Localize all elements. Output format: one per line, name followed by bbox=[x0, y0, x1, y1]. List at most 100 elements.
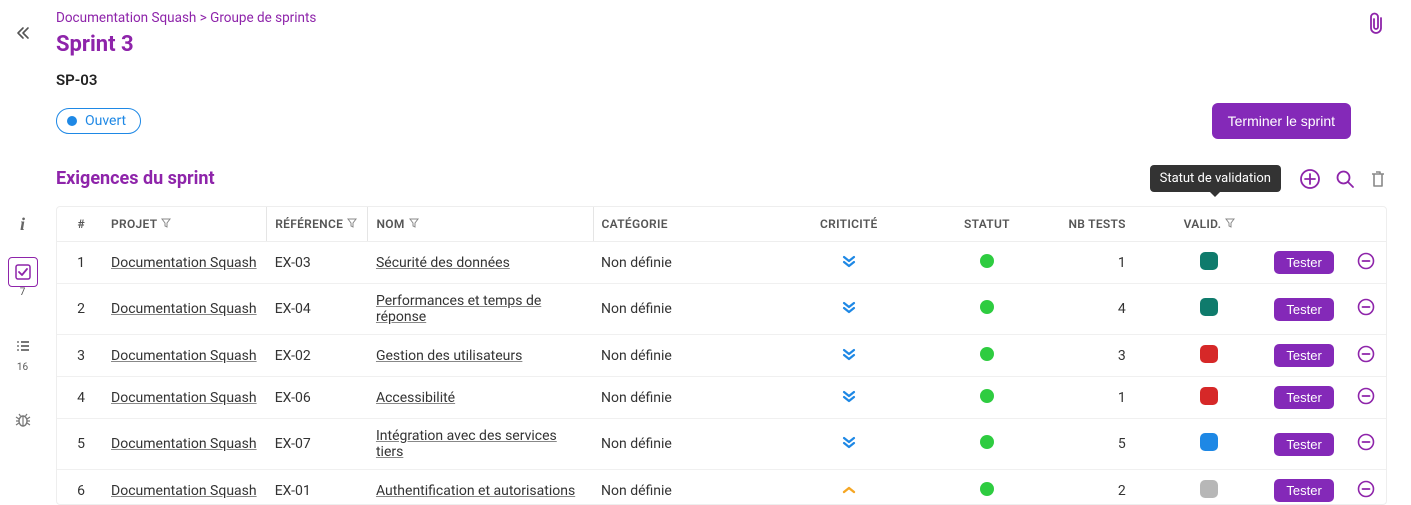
row-project: Documentation Squash bbox=[103, 470, 267, 505]
criticity-icon bbox=[841, 392, 857, 408]
col-project[interactable]: PROJET bbox=[103, 207, 267, 242]
validation-badge bbox=[1200, 480, 1218, 498]
col-status[interactable]: STATUT bbox=[920, 207, 1053, 242]
criticity-icon bbox=[841, 350, 857, 366]
remove-row-button[interactable] bbox=[1357, 345, 1375, 363]
test-button[interactable]: Tester bbox=[1274, 479, 1333, 502]
validation-status-tooltip: Statut de validation bbox=[1150, 165, 1281, 192]
requirement-link[interactable]: Accessibilité bbox=[376, 390, 455, 406]
end-sprint-button[interactable]: Terminer le sprint bbox=[1212, 103, 1351, 139]
row-criticity bbox=[777, 470, 920, 505]
row-reference: EX-04 bbox=[267, 284, 368, 335]
status-dot-icon bbox=[980, 300, 994, 314]
row-status bbox=[920, 242, 1053, 284]
rail-list-button[interactable]: 16 bbox=[8, 331, 38, 361]
row-project: Documentation Squash bbox=[103, 335, 267, 377]
col-nbtests[interactable]: NB TESTS bbox=[1053, 207, 1155, 242]
row-criticity bbox=[777, 242, 920, 284]
remove-row-button[interactable] bbox=[1357, 480, 1375, 498]
test-button[interactable]: Tester bbox=[1274, 251, 1333, 274]
page-title: Sprint 3 bbox=[56, 32, 1351, 57]
row-nbtests: 3 bbox=[1053, 335, 1155, 377]
row-index: 5 bbox=[57, 419, 103, 470]
row-reference: EX-01 bbox=[267, 470, 368, 505]
col-index[interactable]: # bbox=[57, 207, 103, 242]
row-category: Non définie bbox=[593, 377, 777, 419]
row-category: Non définie bbox=[593, 470, 777, 505]
filter-icon[interactable] bbox=[409, 218, 419, 228]
test-button[interactable]: Tester bbox=[1274, 344, 1333, 367]
sprint-status-pill[interactable]: Ouvert bbox=[56, 108, 141, 134]
row-status bbox=[920, 377, 1053, 419]
filter-icon[interactable] bbox=[347, 218, 357, 228]
col-category[interactable]: CATÉGORIE bbox=[593, 207, 777, 242]
row-index: 4 bbox=[57, 377, 103, 419]
project-link[interactable]: Documentation Squash bbox=[111, 255, 257, 271]
validation-badge bbox=[1200, 387, 1218, 405]
validation-badge bbox=[1200, 433, 1218, 451]
project-link[interactable]: Documentation Squash bbox=[111, 301, 257, 317]
row-name: Authentification et autorisations bbox=[368, 470, 593, 505]
row-index: 2 bbox=[57, 284, 103, 335]
rail-info-button[interactable]: i bbox=[8, 209, 38, 239]
row-reference: EX-03 bbox=[267, 242, 368, 284]
breadcrumb-project-link[interactable]: Documentation Squash bbox=[56, 10, 196, 26]
table-row: 5 Documentation Squash EX-07Intégration av… bbox=[57, 419, 1386, 470]
row-criticity bbox=[777, 377, 920, 419]
row-validation bbox=[1156, 335, 1263, 377]
filter-icon[interactable] bbox=[1225, 218, 1235, 228]
add-requirement-button[interactable] bbox=[1299, 168, 1321, 190]
col-criticity[interactable]: CRITICITÉ bbox=[777, 207, 920, 242]
search-button[interactable] bbox=[1335, 169, 1355, 189]
project-link[interactable]: Documentation Squash bbox=[111, 390, 257, 406]
remove-row-button[interactable] bbox=[1357, 433, 1375, 451]
rail-bug-button[interactable] bbox=[8, 405, 38, 435]
collapse-panel-button[interactable] bbox=[15, 25, 31, 45]
remove-row-button[interactable] bbox=[1357, 252, 1375, 270]
requirement-link[interactable]: Authentification et autorisations bbox=[376, 483, 575, 499]
requirement-link[interactable]: Gestion des utilisateurs bbox=[376, 348, 522, 364]
col-valid[interactable]: VALID. bbox=[1156, 207, 1263, 242]
row-validation bbox=[1156, 377, 1263, 419]
requirement-link[interactable]: Intégration avec des services tiers bbox=[376, 428, 557, 460]
row-validation bbox=[1156, 242, 1263, 284]
page-reference: SP-03 bbox=[56, 71, 1351, 89]
test-button[interactable]: Tester bbox=[1274, 433, 1333, 456]
col-reference[interactable]: RÉFÉRENCE bbox=[267, 207, 368, 242]
table-row: 3Documentation SquashEX-02Gestion des ut… bbox=[57, 335, 1386, 377]
row-project: Documentation Squash bbox=[103, 419, 267, 470]
attachment-button[interactable] bbox=[1367, 12, 1387, 40]
row-reference: EX-06 bbox=[267, 377, 368, 419]
remove-row-button[interactable] bbox=[1357, 387, 1375, 405]
row-category: Non définie bbox=[593, 284, 777, 335]
col-name[interactable]: NOM bbox=[368, 207, 593, 242]
table-row: 2 Documentation Squash EX-04Performances e… bbox=[57, 284, 1386, 335]
row-status bbox=[920, 419, 1053, 470]
row-reference: EX-07 bbox=[267, 419, 368, 470]
breadcrumb-group-link[interactable]: Groupe de sprints bbox=[210, 10, 316, 26]
remove-row-button[interactable] bbox=[1357, 298, 1375, 316]
filter-icon[interactable] bbox=[161, 218, 171, 228]
test-button[interactable]: Tester bbox=[1274, 386, 1333, 409]
status-dot-icon bbox=[980, 347, 994, 361]
status-dot-icon bbox=[980, 389, 994, 403]
row-project: Documentation Squash bbox=[103, 377, 267, 419]
project-link[interactable]: Documentation Squash bbox=[111, 436, 257, 452]
project-link[interactable]: Documentation Squash bbox=[111, 348, 257, 364]
requirement-link[interactable]: Sécurité des données bbox=[376, 255, 510, 271]
row-validation bbox=[1156, 419, 1263, 470]
delete-button[interactable] bbox=[1369, 169, 1387, 189]
project-link[interactable]: Documentation Squash bbox=[111, 483, 257, 499]
criticity-icon bbox=[841, 303, 857, 319]
row-nbtests: 5 bbox=[1053, 419, 1155, 470]
requirement-link[interactable]: Performances et temps de réponse bbox=[376, 293, 541, 325]
row-category: Non définie bbox=[593, 335, 777, 377]
rail-list-badge: 16 bbox=[17, 362, 28, 373]
table-row: 4 Documentation Squash EX-06 Accessibilité N… bbox=[57, 377, 1386, 419]
test-button[interactable]: Tester bbox=[1274, 298, 1333, 321]
rail-checklist-button[interactable]: 7 bbox=[8, 257, 38, 287]
row-validation bbox=[1156, 284, 1263, 335]
status-dot-icon bbox=[67, 116, 77, 126]
row-name: Gestion des utilisateurs bbox=[368, 335, 593, 377]
validation-badge bbox=[1200, 298, 1218, 316]
